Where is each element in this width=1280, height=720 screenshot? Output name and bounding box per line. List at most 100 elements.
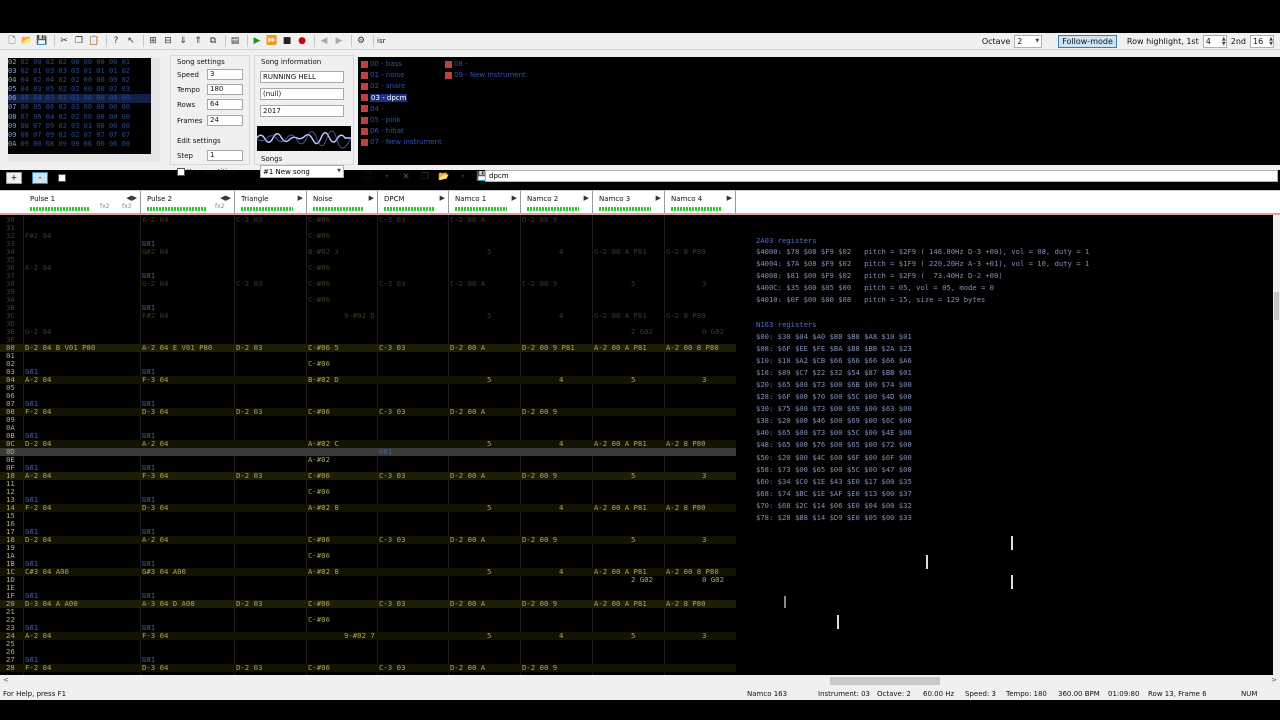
- pattern-cell[interactable]: C-#06: [308, 488, 330, 496]
- frame-order-scrollbar[interactable]: [151, 58, 160, 154]
- pattern-cell[interactable]: C-#06: [308, 664, 330, 672]
- instrument-item[interactable]: 05 - pink: [361, 116, 401, 124]
- pattern-cell[interactable]: C-#06: [308, 296, 330, 304]
- new-instrument-icon[interactable]: 🗋: [362, 171, 374, 183]
- expand-effects-icon[interactable]: ▶: [727, 194, 732, 202]
- pattern-cell[interactable]: 2 G02: [631, 328, 653, 336]
- pattern-cell[interactable]: 3: [702, 280, 706, 288]
- frame-order-list[interactable]: 02 02 00 02 02 00 00 00 00 01 03 02 01 03 0…: [8, 58, 151, 154]
- pattern-cell[interactable]: 4: [559, 376, 563, 384]
- pattern-row[interactable]: 14 F-2 04 D-3 04 A-#02 8 5 4 A-2 00 A P81 A-2 8…: [0, 504, 736, 512]
- expand-effects-icon[interactable]: ▶: [298, 194, 303, 202]
- remove-frame-icon[interactable]: ⊟: [162, 35, 174, 47]
- expand-effects-icon[interactable]: ▶: [656, 194, 661, 202]
- pattern-row[interactable]: 17 G01 G01: [0, 528, 736, 536]
- pattern-row[interactable]: 32 F#2 04 C-#06: [0, 232, 736, 240]
- pattern-row[interactable]: 03 G01 G01: [0, 368, 736, 376]
- pattern-row[interactable]: 02 C-#06: [0, 360, 736, 368]
- instrument-name-field[interactable]: dpcm: [485, 170, 1278, 182]
- instrument-item[interactable]: 04 -: [361, 105, 384, 113]
- pattern-cell[interactable]: 3: [702, 536, 706, 544]
- order-row[interactable]: 06 05 04 03 02 03 00 00 00 00: [8, 94, 151, 104]
- pattern-cell[interactable]: A-2 04: [142, 440, 168, 448]
- pattern-row[interactable]: 34 G#2 04 B-#02 3 5 4 G-2 00 A P81 G-2 8 P80: [0, 248, 736, 256]
- pattern-row[interactable]: 08 F-2 04 D-3 04 D-2 03 C-#06 C-3 03 D-2 00 AD…: [0, 408, 736, 416]
- pattern-cell[interactable]: F-3 04: [142, 376, 168, 384]
- pattern-editor[interactable]: 30 A-2 04 C-2 03 C-#06 C-3 03 C-2 00 A D-2 00 …: [0, 215, 736, 675]
- cut-icon[interactable]: ✂: [58, 35, 70, 47]
- pattern-row[interactable]: 3D: [0, 320, 736, 328]
- pattern-row[interactable]: 1A C-#06: [0, 552, 736, 560]
- pattern-row[interactable]: 0A: [0, 424, 736, 432]
- pattern-cell[interactable]: F-3 04: [142, 472, 168, 480]
- pattern-cell[interactable]: A-2 8 P80: [666, 600, 706, 608]
- pattern-cell[interactable]: B-#02 D: [308, 376, 339, 384]
- insert-frame-icon[interactable]: ⊞: [147, 35, 159, 47]
- pattern-cell[interactable]: A-2 04: [25, 472, 51, 480]
- pattern-cell[interactable]: 5: [487, 440, 491, 448]
- pattern-row[interactable]: 35: [0, 256, 736, 264]
- order-row[interactable]: 09 08 07 09 02 02 07 07 07 07: [8, 131, 151, 140]
- pattern-row[interactable]: 28 F-2 04 D-3 04 D-2 03 C-#06 C-3 03 D-2 00 A D…: [0, 664, 736, 672]
- scroll-right-icon[interactable]: >: [1271, 676, 1277, 684]
- pattern-cell[interactable]: A-2 04: [142, 216, 168, 224]
- chevron-down-icon[interactable]: ▾: [457, 171, 469, 183]
- pattern-cell[interactable]: D-2 03: [236, 600, 262, 608]
- pattern-cell[interactable]: G-2 8 P80: [666, 312, 706, 320]
- speed-field[interactable]: 3: [207, 69, 243, 80]
- frame-order-hscrollbar[interactable]: [8, 154, 160, 162]
- instrument-item[interactable]: 08 -: [445, 60, 468, 68]
- move-frame-up-icon[interactable]: ⇑: [192, 35, 204, 47]
- open-file-icon[interactable]: 📂: [21, 35, 33, 47]
- instrument-item[interactable]: 07 - New instrument: [361, 138, 442, 146]
- expand-effects-icon[interactable]: ▶: [369, 194, 374, 202]
- pattern-cell[interactable]: 5: [631, 472, 635, 480]
- pattern-cell[interactable]: A-2 04: [25, 632, 51, 640]
- pattern-row[interactable]: 18 D-2 04 A-2 04 C-#06 C-3 03 D-2 00 A D-2 00 …: [0, 536, 736, 544]
- expand-effects-icon[interactable]: ▶: [440, 194, 445, 202]
- pattern-cell[interactable]: C-#06: [308, 360, 330, 368]
- pattern-cell[interactable]: 5: [487, 248, 491, 256]
- pattern-row[interactable]: 21: [0, 608, 736, 616]
- pattern-cell[interactable]: C-#06: [308, 408, 330, 416]
- pattern-cell[interactable]: C-2 00 A: [450, 216, 485, 224]
- pattern-cell[interactable]: A-#02 8: [308, 568, 339, 576]
- pattern-cell[interactable]: F#2 04: [25, 232, 51, 240]
- instrument-list[interactable]: 00 - bass 01 - noise 02 - snare 03 - dpcm 04…: [358, 57, 1280, 165]
- pattern-cell[interactable]: C-#06: [308, 552, 330, 560]
- pattern-cell[interactable]: C-#06: [308, 232, 330, 240]
- pattern-cell[interactable]: A-2 8 P80: [666, 440, 706, 448]
- song-author-field[interactable]: (null): [260, 88, 344, 100]
- pattern-cell[interactable]: F-2 04: [25, 408, 51, 416]
- pattern-row[interactable]: 11: [0, 480, 736, 488]
- pattern-row[interactable]: 38 G-2 04 C-2 03 C-#06 C-3 03 C-2 00 A C-2 00 …: [0, 280, 736, 288]
- pattern-cell[interactable]: 5: [487, 568, 491, 576]
- tempo-field[interactable]: 180: [207, 84, 243, 95]
- pattern-cell[interactable]: G-2 04: [142, 280, 168, 288]
- pattern-cell[interactable]: A-2 00 A P81: [594, 504, 647, 512]
- pattern-row[interactable]: 15: [0, 512, 736, 520]
- pattern-row[interactable]: 31: [0, 224, 736, 232]
- pattern-row[interactable]: 09: [0, 416, 736, 424]
- pattern-row[interactable]: 1D 2 G02 0 G02: [0, 576, 736, 584]
- pattern-cell[interactable]: 5: [487, 504, 491, 512]
- pattern-cell[interactable]: C-2 00 A: [450, 280, 485, 288]
- pattern-cell[interactable]: D-2 00 9 P81: [522, 344, 575, 352]
- pattern-cell[interactable]: 0 G02: [702, 576, 724, 584]
- play-icon[interactable]: ▶: [251, 35, 263, 47]
- order-row[interactable]: 02 02 00 02 02 00 00 00 00 01: [8, 58, 151, 67]
- pattern-cell[interactable]: C-2 03: [236, 216, 262, 224]
- pattern-cell[interactable]: F-3 04: [142, 632, 168, 640]
- pattern-cell[interactable]: D-3 04: [142, 664, 168, 672]
- pattern-row[interactable]: 36 A-2 04 C-#06: [0, 264, 736, 272]
- pattern-cell[interactable]: D-2 00 9: [522, 536, 557, 544]
- instrument-item[interactable]: 03 - dpcm: [361, 93, 408, 102]
- pattern-row[interactable]: 0C D-2 04 A-2 04 A-#02 C 5 4 A-2 00 A P81 A-2 8…: [0, 440, 736, 448]
- pattern-cell[interactable]: A-2 00 A P81: [594, 344, 647, 352]
- pattern-row[interactable]: 26: [0, 648, 736, 656]
- pattern-cell[interactable]: C-3 03: [379, 408, 405, 416]
- pattern-cell[interactable]: 2 G02: [631, 576, 653, 584]
- order-row[interactable]: 08 07 06 04 02 02 00 00 00 00: [8, 113, 151, 122]
- pattern-cell[interactable]: F-2 04: [25, 504, 51, 512]
- pattern-cell[interactable]: 5: [631, 632, 635, 640]
